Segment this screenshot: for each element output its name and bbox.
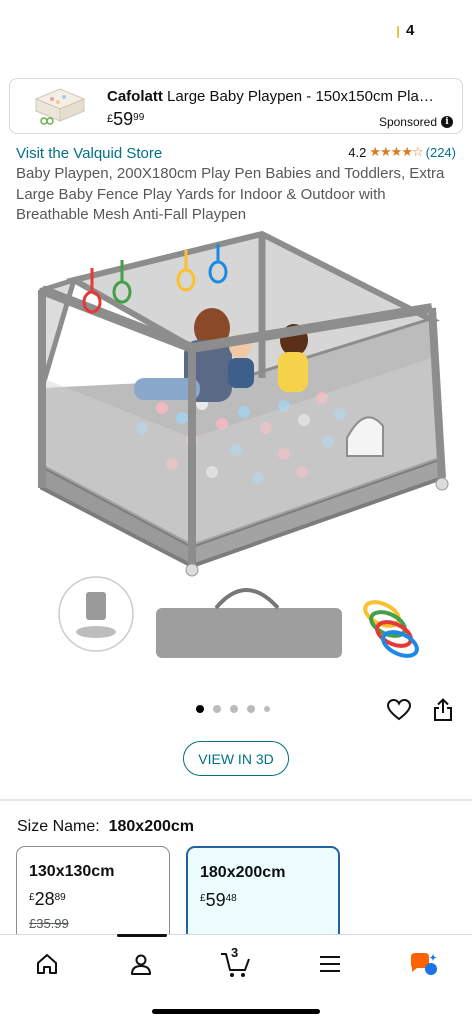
- product-image[interactable]: [22, 228, 452, 668]
- sponsored-price-fraction: 99: [133, 112, 145, 123]
- section-divider: [0, 799, 472, 801]
- carry-bag-image: [156, 588, 342, 658]
- status-bar: 4: [0, 0, 472, 62]
- size-option-price: £2889: [29, 889, 169, 910]
- carousel-dot[interactable]: [230, 705, 238, 713]
- share-icon[interactable]: [428, 695, 458, 725]
- sponsored-thumbnail-image: [34, 88, 86, 125]
- store-row: Visit the Valquid Store 4.2 ★★★★☆ (224): [16, 144, 456, 164]
- sponsored-price: £5999: [107, 109, 144, 130]
- sponsored-product-ad[interactable]: Cafolatt Large Baby Playpen - 150x150cm …: [9, 78, 463, 134]
- rating-value: 4.2: [348, 145, 367, 160]
- wishlist-heart-icon[interactable]: [384, 695, 414, 725]
- size-option-180x200[interactable]: 180x200cm £5948: [186, 846, 340, 946]
- cart-icon[interactable]: 3: [216, 945, 256, 979]
- status-count: 4: [406, 22, 415, 39]
- carousel-dot[interactable]: [247, 705, 255, 713]
- size-option-name: 130x130cm: [29, 863, 115, 880]
- sponsored-currency: £: [107, 113, 114, 125]
- account-icon[interactable]: [121, 949, 161, 979]
- sponsored-brand: Cafolatt: [107, 88, 163, 105]
- product-title: Baby Playpen, 200X180cm Play Pen Babies …: [16, 165, 445, 223]
- pull-rings-image: [363, 600, 419, 658]
- active-tab-indicator: [117, 934, 167, 937]
- selected-size-value: 180x200cm: [108, 818, 195, 835]
- carousel-dot[interactable]: [196, 705, 204, 713]
- menu-icon[interactable]: [310, 949, 350, 979]
- size-option-currency: £: [200, 893, 206, 904]
- sponsored-title-text: Large Baby Playpen - 150x150cm Pla…: [167, 88, 434, 105]
- review-count[interactable]: (224): [426, 145, 456, 160]
- size-label-text: Size Name:: [17, 818, 100, 835]
- divider-mark: [397, 26, 399, 38]
- size-option-price-fraction: 48: [225, 893, 237, 904]
- sponsored-price-whole: 59: [113, 109, 134, 129]
- star-rating-icon: ★★★★☆: [369, 145, 423, 160]
- visit-store-link[interactable]: Visit the Valquid Store: [16, 145, 162, 162]
- size-option-name: 180x200cm: [200, 864, 286, 881]
- view-in-3d-button[interactable]: VIEW IN 3D: [183, 741, 289, 776]
- accessory-foot-image: [58, 576, 134, 652]
- size-option-price-fraction: 89: [54, 892, 66, 903]
- size-option-currency: £: [29, 892, 35, 903]
- carousel-dot[interactable]: [213, 705, 221, 713]
- sponsored-title[interactable]: Cafolatt Large Baby Playpen - 150x150cm …: [107, 88, 452, 105]
- size-option-price: £5948: [200, 890, 338, 911]
- size-option-was-price: £35.99: [29, 916, 69, 931]
- info-icon[interactable]: i: [441, 116, 453, 128]
- carousel-dot[interactable]: [264, 706, 270, 712]
- rufus-icon[interactable]: [404, 949, 444, 979]
- sponsored-label-text: Sponsored: [378, 115, 437, 129]
- size-name-label: Size Name: 180x200cm: [17, 818, 194, 836]
- home-icon[interactable]: [27, 949, 67, 979]
- bottom-nav-bar: 3: [0, 934, 472, 1024]
- size-option-price-whole: 28: [34, 889, 55, 909]
- carousel-dots[interactable]: [196, 705, 270, 713]
- size-option-130x130[interactable]: 130x130cm £2889 £35.99: [16, 846, 170, 946]
- rating-summary[interactable]: 4.2 ★★★★☆ (224): [348, 145, 456, 160]
- size-option-price-whole: 59: [205, 890, 226, 910]
- home-indicator: [152, 1009, 320, 1014]
- sponsored-label[interactable]: Sponsored i: [379, 115, 453, 129]
- cart-count-badge: 3: [231, 945, 239, 960]
